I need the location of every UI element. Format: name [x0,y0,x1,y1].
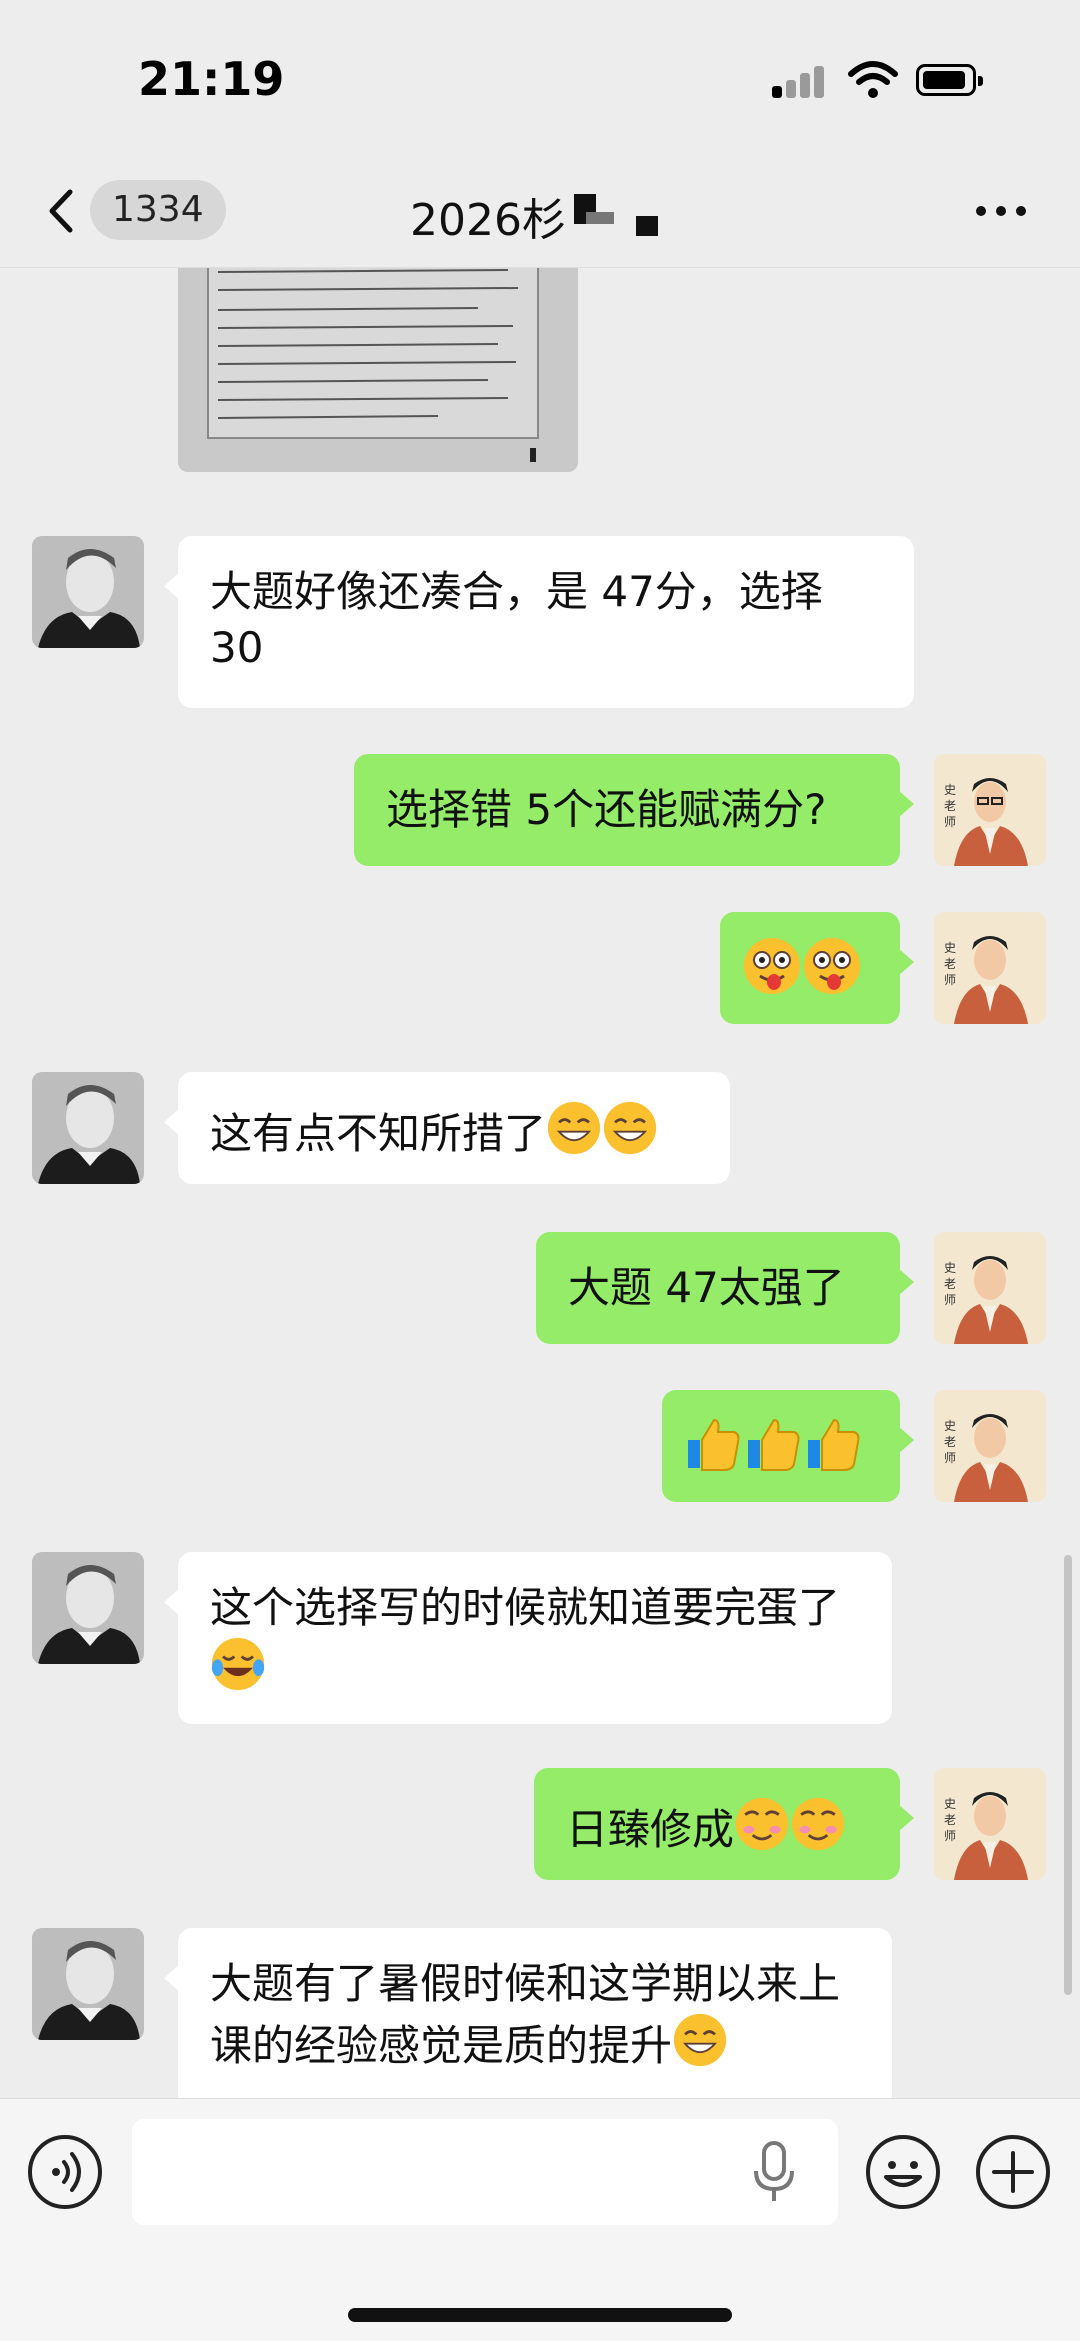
my-avatar[interactable]: 史 老 师 [934,1390,1046,1502]
svg-text:史: 史 [944,941,956,955]
svg-text:老: 老 [944,799,956,813]
svg-text:史: 史 [944,1419,956,1433]
more-actions-button[interactable] [976,2135,1050,2209]
message-text: 这有点不知所措了 [210,1109,547,1158]
grin-emoji [547,1101,601,1155]
message-text: 这个选择写的时候就知道要完蛋了 [210,1583,841,1632]
svg-text:史: 史 [944,783,956,797]
emoji-button[interactable] [866,2135,940,2209]
outgoing-emoji-bubble[interactable] [662,1390,914,1502]
svg-text:师: 师 [944,1451,956,1465]
incoming-message-bubble[interactable]: 大题有了暑假时候和这学期以来上课的经验感觉是质的提升 [164,1928,892,2098]
redaction-block [636,216,658,236]
contact-avatar[interactable] [32,1928,144,2040]
tongue-face-emoji [804,938,860,994]
man-portrait-avatar-icon [32,536,144,648]
plus-icon [992,2151,1034,2193]
smiley-icon [884,2161,922,2187]
home-indicator[interactable] [348,2308,732,2322]
outgoing-emoji-bubble[interactable] [720,912,914,1024]
outgoing-message-bubble[interactable]: 大题 47太强了 [536,1232,914,1344]
svg-text:师: 师 [944,815,956,829]
voice-mode-button[interactable] [28,2135,102,2209]
back-button[interactable]: 1334 [38,178,226,242]
chat-title-text: 2026 [410,195,522,246]
input-bar [0,2098,1080,2341]
chat-title-suffix: 杉 [521,195,566,246]
contact-avatar[interactable] [32,536,144,648]
more-options-button[interactable] [972,190,1032,230]
svg-text:师: 师 [944,1829,956,1843]
my-avatar[interactable]: 史 老 师 [934,754,1046,866]
blush-emoji [791,1797,845,1851]
svg-text:老: 老 [944,1813,956,1827]
teacher-cartoon-avatar-icon: 史 老 师 [934,912,1046,1024]
svg-text:老: 老 [944,1277,956,1291]
scroll-indicator[interactable] [1064,1555,1072,1995]
incoming-message-bubble[interactable]: 这有点不知所措了 [164,1072,730,1184]
my-avatar[interactable]: 史 老 师 [934,1232,1046,1344]
outgoing-message-bubble[interactable]: 日臻修成 [534,1768,914,1880]
incoming-message-bubble[interactable]: 大题好像还凑合，是 47分，选择 30 [164,536,914,708]
status-bar: 21:19 [0,0,1080,150]
thumbs-up-emoji [748,1418,800,1471]
svg-text:师: 师 [944,973,956,987]
battery-icon [916,64,983,96]
message-text: 大题有了暑假时候和这学期以来上课的经验感觉是质的提升 [210,1959,841,2070]
my-avatar[interactable]: 史 老 师 [934,1768,1046,1880]
man-portrait-avatar-icon [32,1552,144,1664]
svg-text:老: 老 [944,957,956,971]
teacher-cartoon-avatar-icon: 史 老 师 [934,754,1046,866]
cellular-signal-icon [772,64,832,98]
message-text: 大题好像还凑合，是 47分，选择 30 [210,567,823,672]
chat-title: 2026杉 [410,184,566,248]
message-text: 日臻修成 [566,1805,735,1854]
teacher-cartoon-avatar-icon: 史 老 师 [934,1768,1046,1880]
tears-of-joy-emoji [211,1637,265,1691]
message-text: 选择错 5个还能赋满分? [386,785,827,834]
thumbs-up-emoji [808,1418,860,1471]
svg-text:史: 史 [944,1261,956,1275]
redaction-block [586,212,614,224]
chevron-left-icon [49,189,73,233]
handwritten-page-image [178,268,578,472]
unread-count-badge: 1334 [90,180,226,240]
chat-header: 1334 2026杉 [0,150,1080,268]
man-portrait-avatar-icon [32,1928,144,2040]
svg-text:史: 史 [944,1797,956,1811]
outgoing-message-bubble[interactable]: 选择错 5个还能赋满分? [354,754,914,866]
message-input[interactable] [132,2119,838,2225]
thumbs-up-emoji [688,1418,740,1471]
teacher-cartoon-avatar-icon: 史 老 师 [934,1232,1046,1344]
man-portrait-avatar-icon [32,1072,144,1184]
grin-emoji [673,2013,727,2067]
teacher-cartoon-avatar-icon: 史 老 师 [934,1390,1046,1502]
photo-message-handwritten-exam[interactable] [178,268,578,472]
svg-text:老: 老 [944,1435,956,1449]
voice-waves-icon [52,2152,81,2192]
status-time: 21:19 [138,52,285,106]
message-list[interactable]: 大题好像还凑合，是 47分，选择 30 选择错 5个还能赋满分? 史 老 师 史… [0,268,1080,2098]
wifi-icon [848,61,898,98]
blush-emoji [735,1797,789,1851]
tongue-face-emoji [744,938,800,994]
my-avatar[interactable]: 史 老 师 [934,912,1046,1024]
contact-avatar[interactable] [32,1072,144,1184]
grin-emoji [603,1101,657,1155]
contact-avatar[interactable] [32,1552,144,1664]
svg-text:师: 师 [944,1293,956,1307]
incoming-message-bubble[interactable]: 这个选择写的时候就知道要完蛋了 [164,1552,892,1724]
microphone-icon[interactable] [752,2141,796,2205]
message-text: 大题 47太强了 [568,1263,845,1312]
wechat-chat-screen: 21:19 1334 2026杉 大题好像还凑合，是 47分，选择 30 选择错… [0,0,1080,2341]
